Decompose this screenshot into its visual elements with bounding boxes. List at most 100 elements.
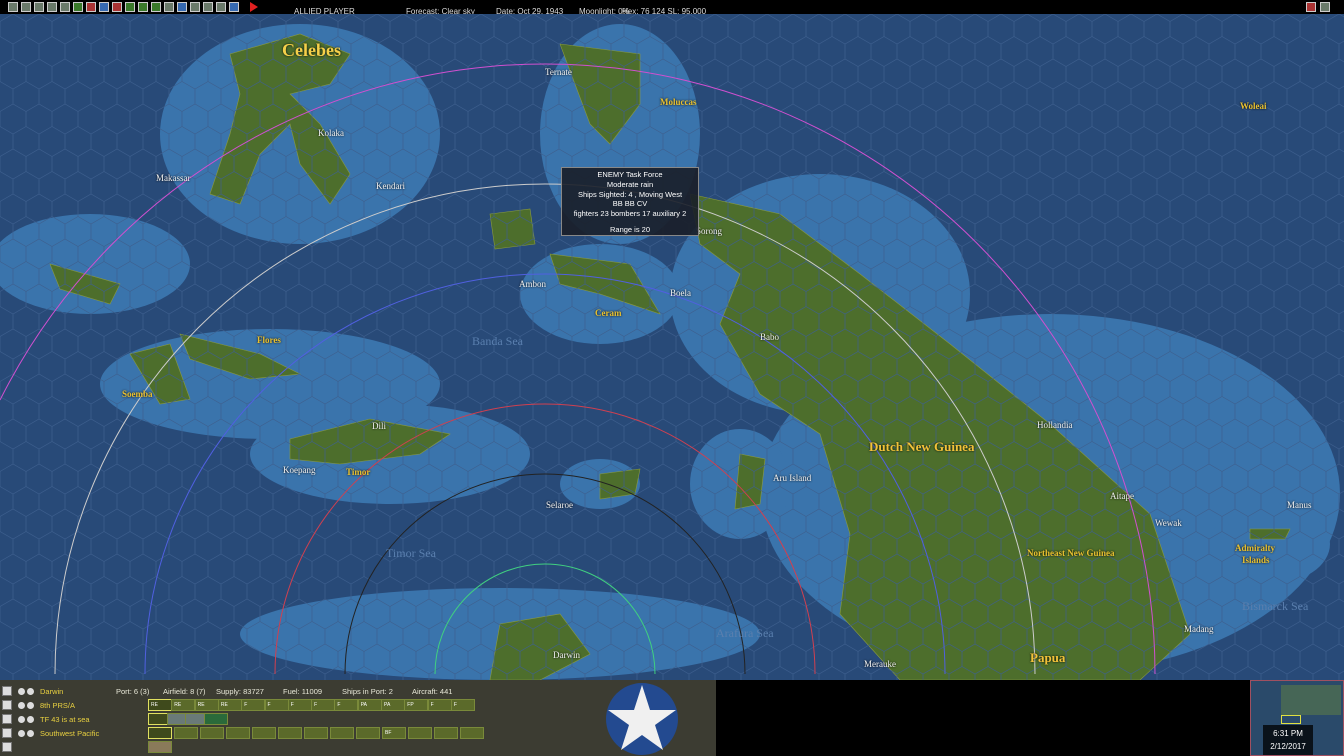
prev-arrow-icon[interactable] xyxy=(18,701,25,709)
info-icon[interactable] xyxy=(7,2,18,12)
command-slot[interactable] xyxy=(434,727,458,739)
map-graphics xyxy=(0,14,1344,680)
command-slot[interactable] xyxy=(408,727,432,739)
gear-icon[interactable] xyxy=(189,2,200,12)
report-icon[interactable] xyxy=(59,2,70,12)
map-label-celebes: Celebes xyxy=(282,40,341,60)
map-label-darwin[interactable]: Darwin xyxy=(553,650,580,660)
alert-icon[interactable] xyxy=(1305,2,1316,12)
screen-icon[interactable] xyxy=(228,2,239,12)
air-group-slot[interactable]: PA xyxy=(357,699,382,711)
map-label-ternate[interactable]: Ternate xyxy=(545,67,572,77)
save-icon[interactable] xyxy=(20,2,31,12)
settings-icon[interactable] xyxy=(33,2,44,12)
map-label-kendari[interactable]: Kendari xyxy=(376,181,405,191)
print-icon[interactable] xyxy=(46,2,57,12)
map-label-aitape[interactable]: Aitape xyxy=(1110,491,1134,501)
ship-icon[interactable] xyxy=(2,714,12,724)
command-row: Southwest Pacific xyxy=(2,726,99,740)
command-slot[interactable] xyxy=(252,727,276,739)
globe-icon[interactable] xyxy=(176,2,187,12)
air-group-slot[interactable]: F xyxy=(450,699,475,711)
top-toolbar: ALLIED PLAYER Forecast: Clear sky Date: … xyxy=(0,0,1344,16)
hex-map[interactable]: Celebes Ternate Moluccas Woleai Kolaka M… xyxy=(0,14,1344,680)
air-unit-row: 8th PRS/A xyxy=(2,698,75,712)
ship-slot[interactable] xyxy=(203,713,228,725)
command-slot[interactable] xyxy=(226,727,250,739)
prev-arrow-icon[interactable] xyxy=(18,715,25,723)
map-label-koepang[interactable]: Koepang xyxy=(283,465,316,475)
map-label-woleai[interactable]: Woleai xyxy=(1240,101,1267,111)
air-group-slot[interactable]: RE xyxy=(217,699,242,711)
close-icon[interactable] xyxy=(1319,2,1330,12)
map-label-hollandia[interactable]: Hollandia xyxy=(1037,420,1073,430)
command-slot[interactable] xyxy=(200,727,224,739)
flag-icon[interactable] xyxy=(111,2,122,12)
command-slot[interactable] xyxy=(174,727,198,739)
map-label-manus[interactable]: Manus xyxy=(1287,500,1312,510)
air-group-slot[interactable]: F xyxy=(311,699,336,711)
map-label-boela[interactable]: Boela xyxy=(670,288,691,298)
task-force-name[interactable]: TF 43 is at sea xyxy=(40,715,90,724)
air-group-slot[interactable]: F xyxy=(241,699,266,711)
map-label-merauke[interactable]: Merauke xyxy=(864,659,896,669)
prev-arrow-icon[interactable] xyxy=(18,687,25,695)
aircraft-icon[interactable] xyxy=(2,700,12,710)
air-group-slot[interactable]: RE xyxy=(171,699,196,711)
map-label-wewak[interactable]: Wewak xyxy=(1155,518,1182,528)
system-clock: 6:31 PM 2/12/2017 xyxy=(1263,725,1313,755)
weather-icon[interactable] xyxy=(137,2,148,12)
aircraft-red-icon[interactable] xyxy=(85,2,96,12)
command-slot[interactable] xyxy=(356,727,380,739)
ship-icon[interactable] xyxy=(163,2,174,12)
map-label-ceram: Ceram xyxy=(595,308,622,318)
command-slot[interactable]: BF xyxy=(382,727,406,739)
command-slot[interactable] xyxy=(304,727,328,739)
next-arrow-icon[interactable] xyxy=(27,715,34,723)
port-stat: Port: 6 (3) xyxy=(116,687,150,696)
air-group-slot[interactable]: F xyxy=(427,699,452,711)
command-name[interactable]: Southwest Pacific xyxy=(40,729,99,738)
next-arrow-icon[interactable] xyxy=(27,701,34,709)
factory-icon[interactable] xyxy=(2,742,12,752)
map-label-makassar[interactable]: Makassar xyxy=(156,173,191,183)
factory-slot[interactable] xyxy=(148,741,172,753)
map-label-ambon[interactable]: Ambon xyxy=(519,279,546,289)
star-icon[interactable] xyxy=(72,2,83,12)
map-label-aru-island[interactable]: Aru Island xyxy=(773,473,811,483)
end-turn-icon[interactable] xyxy=(250,2,258,12)
map-label-madang[interactable]: Madang xyxy=(1184,624,1214,634)
air-group-slot[interactable]: FP xyxy=(404,699,429,711)
minimap[interactable]: 6:31 PM 2/12/2017 xyxy=(1250,680,1344,756)
command-slot[interactable] xyxy=(460,727,484,739)
bar-chart-icon[interactable] xyxy=(150,2,161,12)
air-group-slot[interactable]: PA xyxy=(381,699,405,711)
map-label-babo[interactable]: Babo xyxy=(760,332,779,342)
map-label-kolaka[interactable]: Kolaka xyxy=(318,128,344,138)
minimap-viewport[interactable] xyxy=(1281,715,1301,724)
air-group-slot[interactable]: F xyxy=(287,699,312,711)
air-group-slot[interactable]: RE xyxy=(194,699,219,711)
prev-arrow-icon[interactable] xyxy=(18,729,25,737)
aircraft-blue-icon[interactable] xyxy=(98,2,109,12)
map-label-selaroe[interactable]: Selaroe xyxy=(546,500,573,510)
command-slot[interactable] xyxy=(278,727,302,739)
list-icon[interactable] xyxy=(215,2,226,12)
command-slot[interactable] xyxy=(330,727,354,739)
base-name[interactable]: Darwin xyxy=(40,687,63,696)
command-slot[interactable] xyxy=(148,727,172,739)
flag-icon[interactable] xyxy=(2,728,12,738)
tooltip-range: Range is 20 xyxy=(609,224,651,234)
next-arrow-icon[interactable] xyxy=(27,729,34,737)
map-label-dili[interactable]: Dili xyxy=(372,421,386,431)
next-arrow-icon[interactable] xyxy=(27,687,34,695)
anchor-icon[interactable] xyxy=(2,686,12,696)
air-group-slot[interactable]: F xyxy=(334,699,359,711)
terrain-icon[interactable] xyxy=(124,2,135,12)
air-unit-name[interactable]: 8th PRS/A xyxy=(40,701,75,710)
map-label-sorong[interactable]: Sorong xyxy=(696,226,722,236)
binoculars-icon[interactable] xyxy=(202,2,213,12)
toolbar-buttons xyxy=(6,2,258,12)
air-group-slot[interactable]: RE xyxy=(148,699,172,711)
air-group-slot[interactable]: F xyxy=(264,699,289,711)
